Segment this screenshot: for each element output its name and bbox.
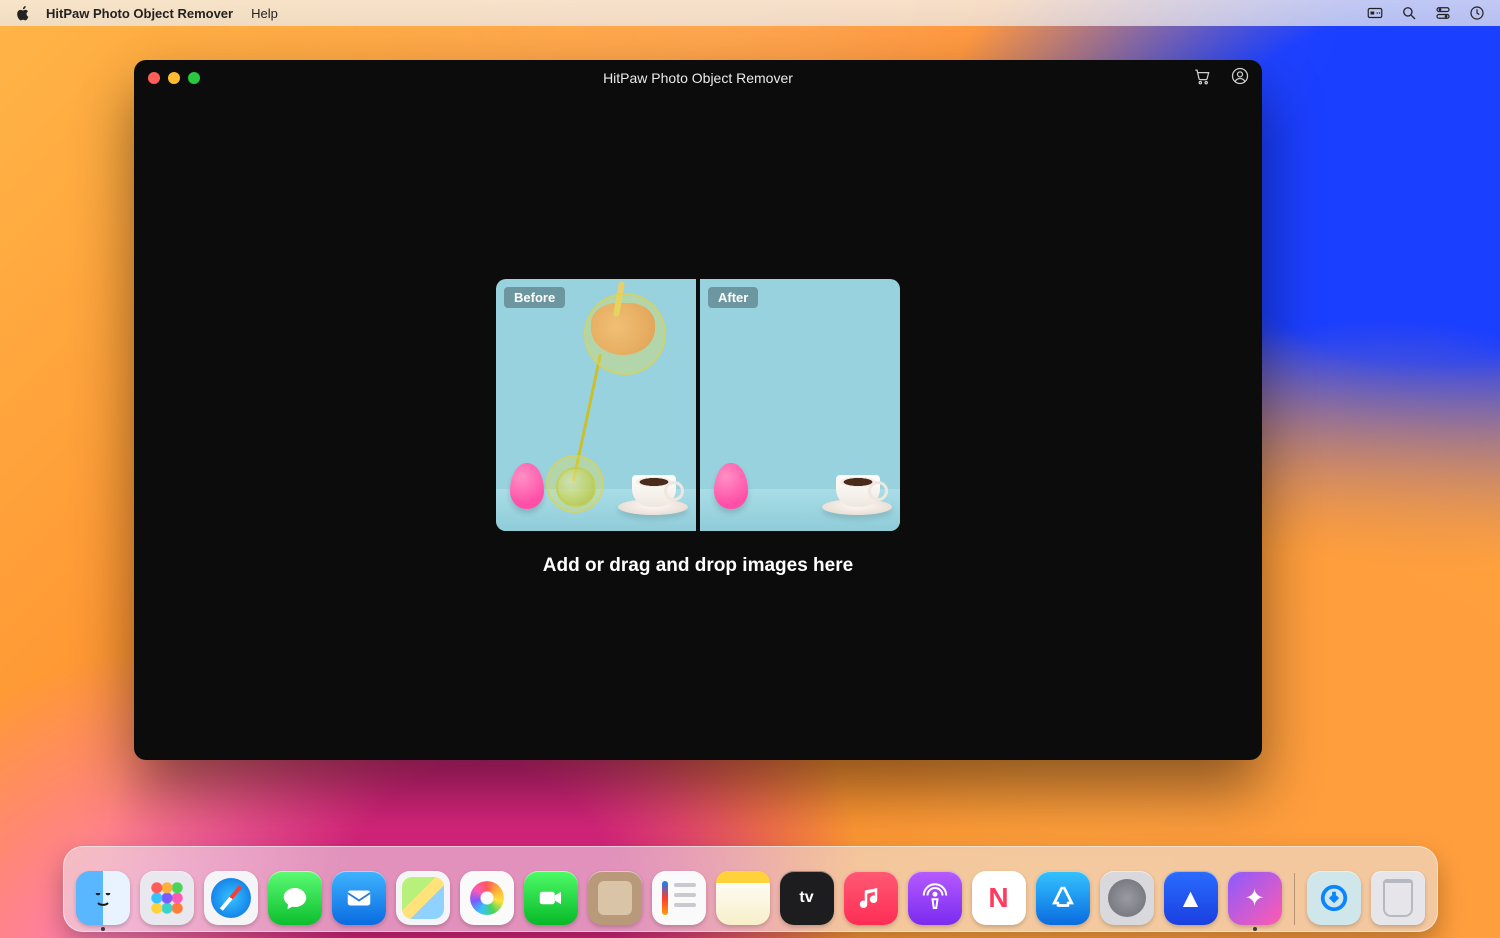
drop-prompt-text: Add or drag and drop images here <box>543 555 853 577</box>
title-bar: HitPaw Photo Object Remover <box>134 60 1262 96</box>
dock-app-messages[interactable] <box>268 871 322 925</box>
app-window: HitPaw Photo Object Remover Before <box>134 60 1262 760</box>
dock-app-appstore[interactable] <box>1036 871 1090 925</box>
selection-marker-icon <box>546 455 604 513</box>
selection-marker-icon <box>584 293 666 375</box>
dock-app-maps[interactable] <box>396 871 450 925</box>
cart-icon[interactable] <box>1192 66 1212 91</box>
dock-app-notes[interactable] <box>716 871 770 925</box>
menu-item-help[interactable]: Help <box>251 6 278 21</box>
running-indicator-icon <box>1253 927 1257 931</box>
dock-app-mail[interactable] <box>332 871 386 925</box>
dock: tv N ▲ ✦ <box>0 846 1500 932</box>
before-panel: Before <box>496 279 696 531</box>
dock-app-reminders[interactable] <box>652 871 706 925</box>
dock-app-podcasts[interactable] <box>908 871 962 925</box>
dock-app-tv[interactable]: tv <box>780 871 834 925</box>
dock-app-generic-blue[interactable]: ▲ <box>1164 871 1218 925</box>
account-icon[interactable] <box>1230 66 1250 91</box>
dock-app-photos[interactable] <box>460 871 514 925</box>
after-badge: After <box>708 287 758 308</box>
before-badge: Before <box>504 287 565 308</box>
dock-downloads[interactable] <box>1307 871 1361 925</box>
menu-bar: HitPaw Photo Object Remover Help <box>0 0 1500 26</box>
drop-zone[interactable]: Before After Add or drag and drop images… <box>134 96 1262 760</box>
dock-app-facetime[interactable] <box>524 871 578 925</box>
dock-app-settings[interactable] <box>1100 871 1154 925</box>
window-title: HitPaw Photo Object Remover <box>134 70 1262 86</box>
dock-app-launchpad[interactable] <box>140 871 194 925</box>
menu-bar-right <box>1366 4 1486 22</box>
dock-app-music[interactable] <box>844 871 898 925</box>
dock-app-contacts[interactable] <box>588 871 642 925</box>
apple-menu-icon[interactable] <box>14 4 32 22</box>
keyboard-input-icon[interactable] <box>1366 4 1384 22</box>
dock-app-safari[interactable] <box>204 871 258 925</box>
after-panel: After <box>700 279 900 531</box>
dock-app-news[interactable]: N <box>972 871 1026 925</box>
before-after-preview: Before After <box>496 279 900 531</box>
spotlight-search-icon[interactable] <box>1400 4 1418 22</box>
control-center-icon[interactable] <box>1434 4 1452 22</box>
dock-separator <box>1294 873 1295 925</box>
dock-trash[interactable] <box>1371 871 1425 925</box>
dock-app-hitpaw[interactable]: ✦ <box>1228 871 1282 925</box>
menu-app-name[interactable]: HitPaw Photo Object Remover <box>46 6 233 21</box>
dock-app-finder[interactable] <box>76 871 130 925</box>
running-indicator-icon <box>101 927 105 931</box>
clock-icon[interactable] <box>1468 4 1486 22</box>
